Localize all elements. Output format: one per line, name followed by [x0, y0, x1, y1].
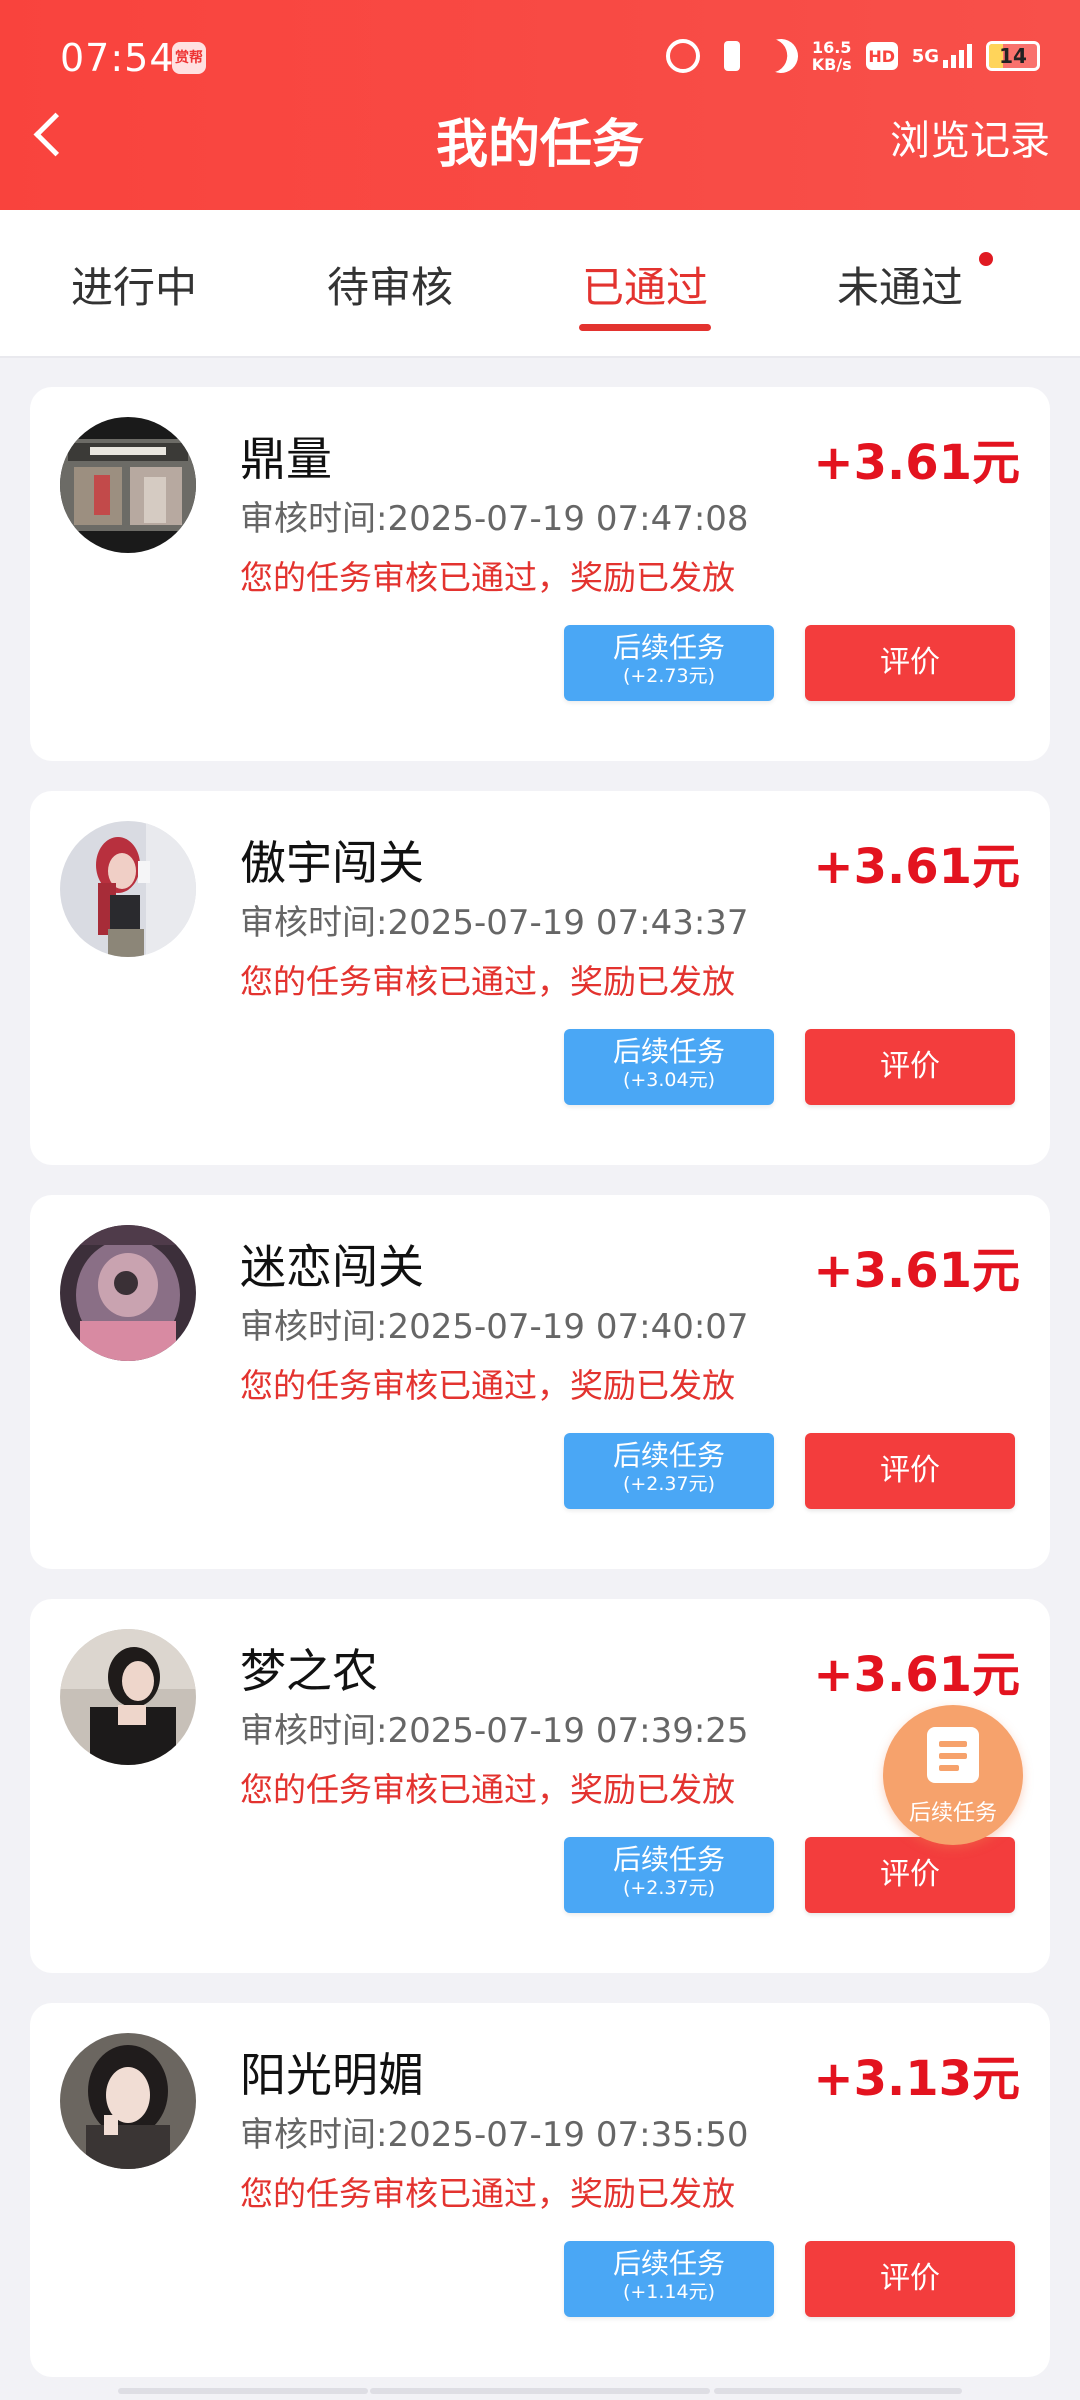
task-avatar — [60, 1225, 196, 1361]
follow-up-label: 后续任务 — [612, 631, 725, 664]
approval-status: 您的任务审核已通过，奖励已发放 — [240, 2174, 735, 2213]
rate-button[interactable]: 评价 — [805, 1837, 1015, 1913]
task-card[interactable]: 傲宇闯关 +3.61元 审核时间:2025-07-19 07:43:37 您的任… — [30, 791, 1050, 1165]
task-card[interactable]: 阳光明媚 +3.13元 审核时间:2025-07-19 07:35:50 您的任… — [30, 2003, 1050, 2377]
task-card[interactable]: 迷恋闯关 +3.61元 审核时间:2025-07-19 07:40:07 您的任… — [30, 1195, 1050, 1569]
rate-button[interactable]: 评价 — [805, 1433, 1015, 1509]
task-card[interactable]: 鼎量 +3.61元 审核时间:2025-07-19 07:47:08 您的任务审… — [30, 387, 1050, 761]
approval-status: 您的任务审核已通过，奖励已发放 — [240, 1366, 735, 1405]
follow-up-task-button[interactable]: 后续任务 (+1.14元) — [564, 2241, 774, 2317]
follow-up-tasks-fab[interactable]: 后续任务 — [883, 1705, 1023, 1845]
review-time: 审核时间:2025-07-19 07:43:37 — [240, 903, 749, 943]
signal-type: 5G — [911, 45, 939, 67]
follow-up-task-button[interactable]: 后续任务 (+3.04元) — [564, 1029, 774, 1105]
status-time: 07:54 — [60, 36, 175, 80]
status-icons: 16.5 KB/s HD 5G 14 — [665, 34, 1040, 78]
bottom-divider — [118, 2388, 368, 2394]
browse-history-button[interactable]: 浏览记录 — [890, 108, 1050, 166]
fab-label: 后续任务 — [908, 1801, 997, 1826]
task-avatar — [60, 417, 196, 553]
rate-button[interactable]: 评价 — [805, 625, 1015, 701]
approval-status: 您的任务审核已通过，奖励已发放 — [240, 558, 735, 597]
task-reward: +3.61元 — [813, 1647, 1020, 1703]
task-reward: +3.61元 — [813, 1243, 1020, 1299]
unread-dot — [979, 252, 993, 266]
alarm-icon — [665, 39, 700, 73]
task-reward: +3.61元 — [813, 839, 1020, 895]
follow-up-task-button[interactable]: 后续任务 (+2.73元) — [564, 625, 774, 701]
review-time: 审核时间:2025-07-19 07:35:50 — [240, 2115, 749, 2155]
follow-up-bonus: (+1.14元) — [622, 2281, 716, 2303]
approval-status: 您的任务审核已通过，奖励已发放 — [240, 1770, 735, 1809]
task-title: 阳光明媚 — [240, 2048, 424, 2102]
follow-up-bonus: (+2.37元) — [622, 1877, 716, 1899]
follow-up-bonus: (+2.37元) — [622, 1473, 716, 1495]
network-speed-value: 16.5 — [811, 38, 852, 57]
task-reward: +3.13元 — [813, 2051, 1020, 2107]
rate-button[interactable]: 评价 — [805, 2241, 1015, 2317]
follow-up-task-button[interactable]: 后续任务 (+2.37元) — [564, 1837, 774, 1913]
rate-button[interactable]: 评价 — [805, 1029, 1015, 1105]
follow-up-bonus: (+2.73元) — [622, 665, 716, 687]
review-time: 审核时间:2025-07-19 07:39:25 — [240, 1711, 749, 1751]
task-avatar — [60, 821, 196, 957]
task-list: 鼎量 +3.61元 审核时间:2025-07-19 07:47:08 您的任务审… — [30, 387, 1050, 2400]
network-speed: 16.5 KB/s — [812, 39, 852, 73]
follow-up-label: 后续任务 — [612, 1439, 725, 1472]
vibrate-icon — [714, 39, 750, 73]
hd-voice-icon: HD — [865, 42, 898, 70]
review-time: 审核时间:2025-07-19 07:47:08 — [240, 499, 749, 539]
follow-up-bonus: (+3.04元) — [622, 1069, 716, 1091]
task-avatar — [60, 1629, 196, 1765]
bottom-divider — [714, 2388, 962, 2394]
tab-in-progress[interactable]: 进行中 — [34, 254, 234, 315]
task-status-tabs: 进行中 待审核 已通过 未通过 — [0, 210, 1080, 358]
network-speed-unit: KB/s — [811, 55, 852, 74]
status-bar: 07:54 赏帮 16.5 KB/s HD 5G 14 — [0, 0, 1080, 110]
bottom-divider — [370, 2388, 710, 2394]
tab-approved[interactable]: 已通过 — [545, 254, 745, 331]
signal-icon: 5G — [912, 44, 972, 68]
tab-rejected[interactable]: 未通过 — [800, 254, 1000, 315]
task-reward: +3.61元 — [813, 435, 1020, 491]
task-title: 傲宇闯关 — [240, 836, 424, 890]
task-title: 迷恋闯关 — [240, 1240, 424, 1294]
header-bar: 07:54 赏帮 16.5 KB/s HD 5G 14 我的任务 浏览记录 — [0, 0, 1080, 210]
review-time: 审核时间:2025-07-19 07:40:07 — [240, 1307, 749, 1347]
battery-level: 14 — [999, 44, 1027, 68]
document-list-icon — [927, 1727, 979, 1783]
app-notification-icon: 赏帮 — [172, 42, 206, 74]
task-title: 梦之农 — [240, 1644, 378, 1698]
tab-pending-review[interactable]: 待审核 — [290, 254, 490, 315]
follow-up-task-button[interactable]: 后续任务 (+2.37元) — [564, 1433, 774, 1509]
battery-icon: 14 — [986, 41, 1040, 71]
task-title: 鼎量 — [240, 432, 332, 486]
task-avatar — [60, 2033, 196, 2169]
do-not-disturb-icon — [759, 34, 803, 78]
follow-up-label: 后续任务 — [612, 2247, 725, 2280]
follow-up-label: 后续任务 — [612, 1843, 725, 1876]
approval-status: 您的任务审核已通过，奖励已发放 — [240, 962, 735, 1001]
follow-up-label: 后续任务 — [612, 1035, 725, 1068]
